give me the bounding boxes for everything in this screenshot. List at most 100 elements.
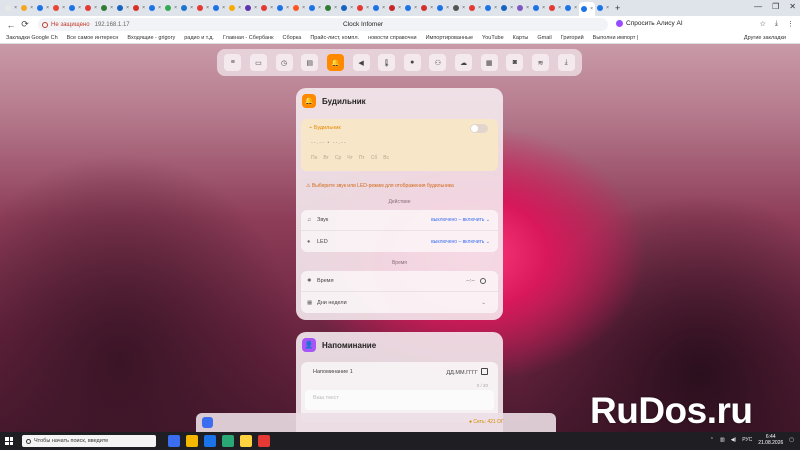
bookmark-star-icon[interactable]: ☆ [760,20,766,28]
bookmark-item[interactable]: Прайс-лист, компл. [310,35,359,41]
tab-close-icon[interactable]: × [14,5,17,11]
browser-tab[interactable]: × [323,2,339,14]
tab-close-icon[interactable]: × [366,5,369,11]
led-value[interactable]: выключено – включить ⌄ [431,239,490,245]
tab-close-icon[interactable]: × [526,5,529,11]
language-indicator[interactable]: РУС [742,437,752,443]
monitor-icon[interactable]: ▭ [249,54,267,71]
day-toggle[interactable]: Вс [383,155,389,161]
browser-tab[interactable]: × [163,2,179,14]
browser-tab[interactable]: × [115,2,131,14]
back-button[interactable]: ← [4,20,18,30]
downloads-icon[interactable]: ⤓ [775,20,778,28]
bookmark-item[interactable]: YouTube [482,35,504,41]
minimize-button[interactable]: — [754,2,762,11]
taskbar-app-icon[interactable] [240,435,252,447]
tab-close-icon[interactable]: × [110,5,113,11]
new-tab-button[interactable]: + [615,3,620,13]
network-icon[interactable]: ▥ [720,437,725,443]
tab-close-icon[interactable]: × [494,5,497,11]
browser-tab[interactable]: × [227,2,243,14]
taskbar-app-icon[interactable] [258,435,270,447]
tab-close-icon[interactable]: × [574,5,577,11]
time-row[interactable]: ✹ Время --:-- [301,271,498,292]
browser-tab[interactable]: × [147,2,163,14]
tab-close-icon[interactable]: × [558,5,561,11]
tab-close-icon[interactable]: × [142,5,145,11]
tab-close-icon[interactable]: × [286,5,289,11]
browser-tab[interactable]: × [515,2,531,14]
tab-close-icon[interactable]: × [190,5,193,11]
tray-chevron-icon[interactable]: ⌃ [710,437,714,443]
taskbar-search[interactable]: Чтобы начать поиск, введите [22,435,156,447]
tab-close-icon[interactable]: × [590,6,593,12]
browser-tab[interactable]: × [131,2,147,14]
browser-tab[interactable]: × [243,2,259,14]
chevron-down-icon[interactable]: ⌄ [481,300,486,306]
tab-close-icon[interactable]: × [510,5,513,11]
bell-icon[interactable]: 🔔 [326,54,344,71]
tab-close-icon[interactable]: × [382,5,385,11]
tab-close-icon[interactable]: × [446,5,449,11]
bookmark-item[interactable]: новости справочни [368,35,417,41]
browser-tab[interactable]: × [499,2,515,14]
tab-close-icon[interactable]: × [462,5,465,11]
tab-close-icon[interactable]: × [46,5,49,11]
browser-tab[interactable]: × [307,2,323,14]
tab-close-icon[interactable]: × [270,5,273,11]
tab-close-icon[interactable]: × [30,5,33,11]
taskbar-app-icon[interactable] [222,435,234,447]
browser-tab[interactable]: × [595,2,611,14]
tab-close-icon[interactable]: × [478,5,481,11]
bookmark-item[interactable]: Все самое интересн [67,35,119,41]
tab-close-icon[interactable]: × [126,5,129,11]
cloud-icon[interactable]: ☁ [455,54,473,71]
sound-value[interactable]: выключено – включить ⌄ [431,217,490,223]
sound-row[interactable]: ♫ Звук выключено – включить ⌄ [301,210,498,231]
speaker-icon[interactable]: ◀ [352,54,370,71]
network-icon[interactable]: ⚇ [429,54,447,71]
wifi-icon[interactable]: ≋ [532,54,549,71]
alarm-toggle[interactable] [470,124,488,133]
browser-tab[interactable]: × [275,2,291,14]
led-row[interactable]: ● LED выключено – включить ⌄ [301,231,498,252]
browser-tab[interactable]: × [35,2,51,14]
clock-icon[interactable]: ◷ [275,54,293,71]
day-toggle[interactable]: Пн [311,155,317,161]
day-toggle[interactable]: Ср [335,155,341,161]
menu-icon[interactable]: ≡ [224,54,242,71]
bookmark-item[interactable]: Григорий [561,35,584,41]
taskbar-clock[interactable]: 6:44 21.08.2026 [758,434,783,446]
browser-tab[interactable]: × [563,2,579,14]
tab-close-icon[interactable]: × [606,5,609,11]
browser-tab[interactable]: × [211,2,227,14]
browser-tab[interactable]: × [179,2,195,14]
tab-close-icon[interactable]: × [222,5,225,11]
bulb-icon[interactable]: ● [403,54,421,71]
close-window-button[interactable]: ✕ [789,2,796,11]
browser-tab[interactable]: × [531,2,547,14]
tab-close-icon[interactable]: × [206,5,209,11]
url-field[interactable]: Не защищено 192.168.1.17 Clock Infomer [38,18,608,31]
bookmark-item[interactable]: Закладки Google Ch [6,35,58,41]
display-icon[interactable]: ▤ [301,54,319,71]
browser-tab[interactable]: × [435,2,451,14]
reload-button[interactable]: ⟳ [18,19,32,30]
browser-tab[interactable]: × [291,2,307,14]
browser-tab[interactable]: × [51,2,67,14]
browser-tab[interactable]: × [579,2,595,16]
tab-close-icon[interactable]: × [398,5,401,11]
taskbar-app-icon[interactable] [204,435,216,447]
menu-dots-icon[interactable]: ⋮ [787,20,794,28]
weekday-row[interactable]: ▦ Дни недели ⌄ [301,292,498,313]
not-secure-label[interactable]: Не защищено [51,22,90,28]
browser-tab[interactable]: × [403,2,419,14]
maximize-button[interactable]: ❐ [772,2,779,11]
bookmark-item[interactable]: Сборка [283,35,302,41]
browser-tab[interactable]: × [419,2,435,14]
browser-tab[interactable]: × [99,2,115,14]
download-icon[interactable]: ⤓ [557,54,575,71]
tab-close-icon[interactable]: × [254,5,257,11]
tab-close-icon[interactable]: × [174,5,177,11]
tab-close-icon[interactable]: × [62,5,65,11]
